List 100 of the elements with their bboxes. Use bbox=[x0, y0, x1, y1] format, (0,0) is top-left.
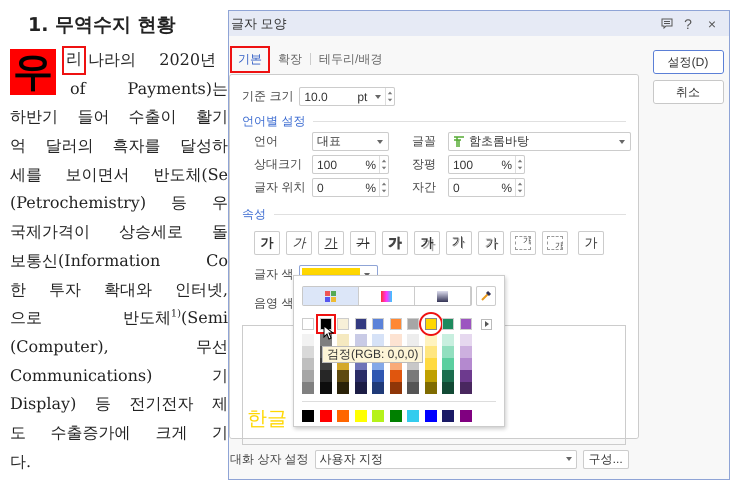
color-swatch[interactable] bbox=[372, 382, 384, 394]
document-text: of Payments)는 bbox=[70, 78, 228, 100]
tab[interactable]: 기본 bbox=[230, 46, 270, 72]
dropdown-field[interactable]: 사용자 지정 bbox=[314, 450, 577, 468]
style-button[interactable]: 가 bbox=[414, 231, 440, 255]
color-swatch[interactable] bbox=[442, 334, 454, 346]
configure-button[interactable]: 구성... bbox=[582, 450, 629, 468]
color-swatch[interactable] bbox=[460, 382, 472, 394]
size-field[interactable]: 10.0 pt bbox=[299, 87, 396, 106]
color-swatch[interactable] bbox=[302, 382, 314, 394]
color-swatch[interactable] bbox=[390, 370, 402, 382]
color-swatch[interactable] bbox=[354, 410, 366, 422]
style-button[interactable]: 가 bbox=[318, 231, 344, 255]
dropdown-field[interactable]: 함초롬바탕 bbox=[448, 132, 631, 151]
spin-field[interactable]: 0 % bbox=[312, 178, 389, 197]
eyedropper-icon bbox=[480, 290, 492, 302]
document-text: 억 달러의 흑자를 달성하 bbox=[10, 135, 228, 158]
color-swatch[interactable] bbox=[337, 370, 349, 382]
color-swatch[interactable] bbox=[390, 334, 402, 346]
color-swatch[interactable] bbox=[372, 370, 384, 382]
close-button[interactable]: × bbox=[703, 16, 721, 32]
style-button[interactable]: 가 bbox=[254, 231, 280, 255]
help-button[interactable]: ? bbox=[679, 16, 697, 32]
color-swatch[interactable] bbox=[390, 382, 402, 394]
style-button[interactable]: 가 bbox=[510, 231, 536, 255]
color-swatch[interactable] bbox=[302, 370, 314, 382]
tab[interactable]: 테두리/배경 bbox=[311, 46, 390, 72]
spin-button[interactable] bbox=[515, 156, 524, 173]
color-swatch[interactable] bbox=[337, 410, 349, 422]
color-swatch[interactable] bbox=[354, 370, 366, 382]
color-swatch[interactable] bbox=[407, 370, 419, 382]
spin-button[interactable] bbox=[385, 88, 394, 105]
spin-button[interactable] bbox=[379, 179, 388, 196]
color-swatch[interactable] bbox=[337, 382, 349, 394]
color-swatch[interactable] bbox=[424, 382, 436, 394]
color-swatch[interactable] bbox=[320, 382, 332, 394]
color-swatch[interactable] bbox=[407, 410, 419, 422]
color-swatch[interactable] bbox=[407, 382, 419, 394]
font-icon bbox=[453, 136, 465, 148]
color-swatch[interactable] bbox=[442, 358, 454, 370]
color-swatch[interactable] bbox=[302, 358, 314, 370]
color-swatch[interactable] bbox=[424, 318, 436, 330]
color-swatch[interactable] bbox=[337, 318, 349, 330]
style-button[interactable]: 가 bbox=[578, 231, 604, 255]
color-swatch[interactable] bbox=[390, 410, 402, 422]
color-swatch[interactable] bbox=[354, 334, 366, 346]
caret-icon bbox=[619, 140, 625, 144]
color-swatch[interactable] bbox=[424, 410, 436, 422]
tab[interactable]: 확장 bbox=[270, 46, 310, 72]
color-swatch[interactable] bbox=[442, 346, 454, 358]
color-swatch[interactable] bbox=[390, 318, 402, 330]
spin-button[interactable] bbox=[379, 156, 388, 173]
spin-button[interactable] bbox=[515, 179, 524, 196]
color-swatch[interactable] bbox=[407, 334, 419, 346]
spin-field[interactable]: 100 % bbox=[448, 155, 525, 174]
color-swatch[interactable] bbox=[372, 410, 384, 422]
color-swatch[interactable] bbox=[460, 318, 472, 330]
spin-field[interactable]: 100 % bbox=[312, 155, 389, 174]
color-swatch[interactable] bbox=[442, 370, 454, 382]
style-button[interactable]: 가 bbox=[350, 231, 376, 255]
style-button[interactable]: 가 bbox=[542, 231, 568, 255]
color-swatch[interactable] bbox=[460, 410, 472, 422]
document-text: (Computer), 무선 bbox=[10, 336, 228, 358]
color-swatch[interactable] bbox=[442, 382, 454, 394]
cancel-button[interactable]: 취소 bbox=[652, 80, 724, 104]
color-swatch[interactable] bbox=[302, 318, 314, 330]
color-swatch[interactable] bbox=[320, 410, 332, 422]
ok-button[interactable]: 설정(D) bbox=[652, 50, 724, 74]
style-button[interactable]: 가 bbox=[286, 231, 312, 255]
dropdown-field[interactable]: 대표 bbox=[312, 132, 389, 151]
color-swatch[interactable] bbox=[460, 358, 472, 370]
comment-icon[interactable] bbox=[661, 18, 673, 29]
more-button[interactable] bbox=[481, 318, 492, 330]
color-swatch[interactable] bbox=[302, 410, 314, 422]
color-swatch[interactable] bbox=[424, 358, 436, 370]
cursor-letter: 리 bbox=[62, 46, 86, 75]
color-swatch[interactable] bbox=[337, 334, 349, 346]
color-swatch[interactable] bbox=[372, 318, 384, 330]
color-swatch[interactable] bbox=[424, 370, 436, 382]
color-swatch[interactable] bbox=[424, 346, 436, 358]
field-label: 기준 크기 bbox=[242, 88, 294, 105]
color-swatch[interactable] bbox=[320, 370, 332, 382]
color-swatch[interactable] bbox=[302, 334, 314, 346]
color-swatch[interactable] bbox=[354, 318, 366, 330]
eyedropper-button[interactable] bbox=[476, 286, 496, 306]
color-swatch[interactable] bbox=[302, 346, 314, 358]
color-swatch[interactable] bbox=[460, 370, 472, 382]
spin-field[interactable]: 0 % bbox=[448, 178, 525, 197]
color-swatch[interactable] bbox=[407, 318, 419, 330]
style-button[interactable]: 가 bbox=[382, 231, 408, 255]
field-label: 음영 색 bbox=[254, 295, 294, 312]
document-text: 세를 보이면서 반도체(Se bbox=[10, 164, 228, 186]
color-swatch[interactable] bbox=[372, 334, 384, 346]
color-swatch[interactable] bbox=[460, 334, 472, 346]
color-swatch[interactable] bbox=[460, 346, 472, 358]
color-swatch[interactable] bbox=[442, 410, 454, 422]
color-swatch[interactable] bbox=[354, 382, 366, 394]
palette-tab[interactable] bbox=[303, 287, 359, 305]
color-swatch[interactable] bbox=[442, 318, 454, 330]
field-label: 장평 bbox=[412, 156, 437, 173]
